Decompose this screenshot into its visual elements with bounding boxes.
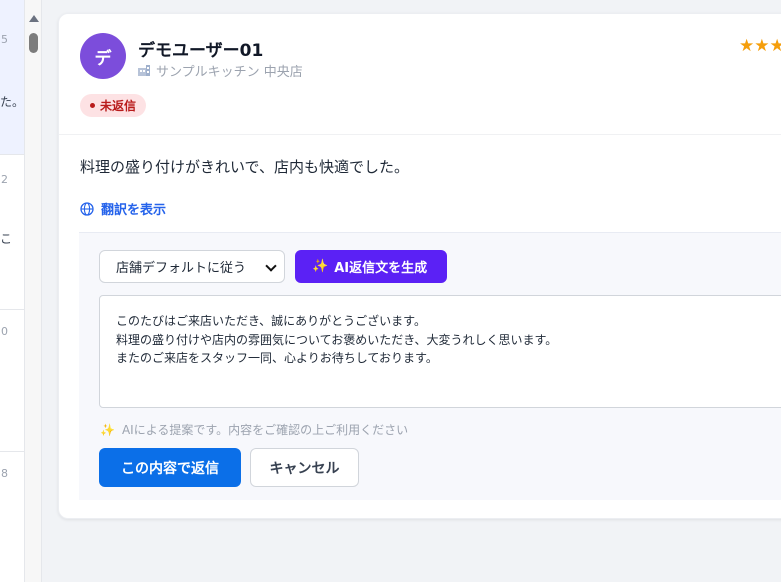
list-item-number: 5 bbox=[1, 33, 8, 46]
review-list: 5 た。 2 こ 0 8 bbox=[0, 0, 24, 582]
divider bbox=[59, 134, 781, 135]
sparkle-icon: ✨ bbox=[312, 259, 329, 274]
review-card: デ デモユーザー01 サンプルキッチン 中央店 ★★★ 未返信 料理の盛り付けが… bbox=[58, 13, 781, 519]
list-item-number: 8 bbox=[1, 467, 8, 480]
store-name: サンプルキッチン 中央店 bbox=[156, 65, 303, 80]
tone-select-value: 店舗デフォルトに従う bbox=[116, 261, 247, 276]
chevron-down-icon bbox=[265, 260, 277, 272]
list-item[interactable]: 0 bbox=[0, 310, 24, 452]
ai-button-label: AI返信文を生成 bbox=[334, 261, 428, 276]
building-icon bbox=[138, 65, 150, 76]
translate-label: 翻訳を表示 bbox=[101, 203, 167, 218]
status-badge: 未返信 bbox=[80, 94, 147, 117]
list-item-number: 0 bbox=[1, 325, 8, 338]
list-item-text: こ bbox=[0, 232, 13, 246]
list-item[interactable]: 2 こ bbox=[0, 155, 24, 310]
reply-panel: 店舗デフォルトに従う ✨ AI返信文を生成 このたびはご来店いただき、誠にありが… bbox=[79, 232, 781, 500]
list-item[interactable]: 8 bbox=[0, 452, 24, 582]
submit-reply-button[interactable]: この内容で返信 bbox=[99, 448, 241, 487]
tone-select[interactable]: 店舗デフォルトに従う bbox=[99, 250, 285, 283]
ai-note-text: AIによる提案です。内容をご確認の上ご利用ください bbox=[121, 423, 409, 437]
reviewer-name: デモユーザー01 bbox=[138, 41, 264, 61]
list-item[interactable]: 5 た。 bbox=[0, 0, 24, 155]
status-label: 未返信 bbox=[100, 99, 137, 113]
review-text: 料理の盛り付けがきれいで、店内も快適でした。 bbox=[80, 158, 409, 176]
reply-textarea[interactable]: このたびはご来店いただき、誠にありがとうございます。 料理の盛り付けや店内の雰囲… bbox=[99, 295, 781, 408]
avatar: デ bbox=[80, 33, 126, 79]
list-item-number: 2 bbox=[1, 173, 8, 186]
cancel-button[interactable]: キャンセル bbox=[250, 448, 359, 487]
list-item-text: た。 bbox=[0, 95, 25, 109]
star-rating: ★★★ bbox=[739, 36, 781, 56]
status-dot bbox=[90, 103, 95, 108]
scroll-thumb[interactable] bbox=[29, 33, 38, 53]
globe-icon bbox=[80, 201, 94, 216]
store-label: サンプルキッチン 中央店 bbox=[137, 61, 303, 80]
ai-note: ✨ AIによる提案です。内容をご確認の上ご利用ください bbox=[100, 421, 408, 438]
sparkle-icon: ✨ bbox=[100, 422, 115, 437]
generate-ai-reply-button[interactable]: ✨ AI返信文を生成 bbox=[295, 250, 447, 283]
translate-link[interactable]: 翻訳を表示 bbox=[80, 199, 166, 218]
scroll-up-arrow[interactable] bbox=[29, 15, 39, 22]
scrollbar[interactable] bbox=[24, 0, 42, 582]
